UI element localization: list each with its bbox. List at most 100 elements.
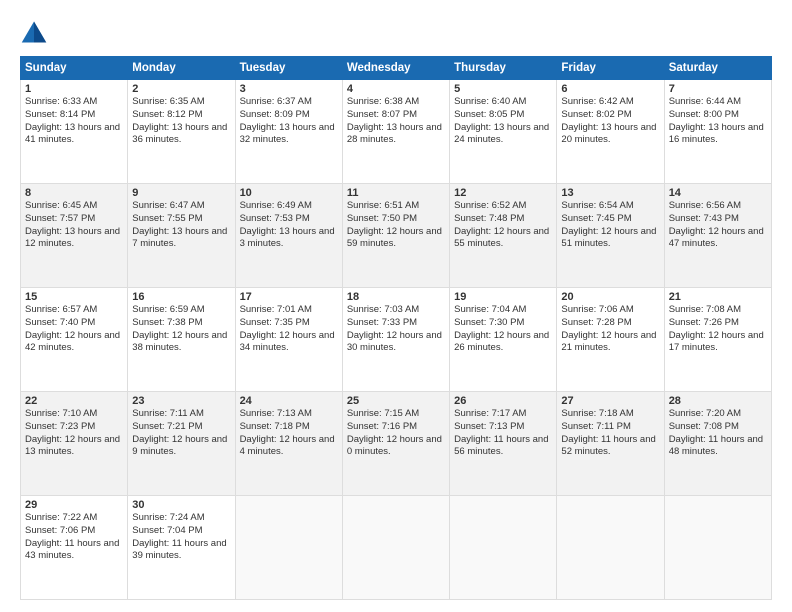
- calendar-cell: [557, 496, 664, 600]
- sunset-label: Sunset: 7:45 PM: [561, 213, 631, 224]
- day-number: 1: [25, 83, 123, 95]
- col-header-thursday: Thursday: [450, 57, 557, 80]
- calendar-cell: 25Sunrise: 7:15 AMSunset: 7:16 PMDayligh…: [342, 392, 449, 496]
- logo: [20, 18, 52, 46]
- sunset-label: Sunset: 7:13 PM: [454, 421, 524, 432]
- day-info: Sunrise: 7:04 AMSunset: 7:30 PMDaylight:…: [454, 304, 552, 355]
- sunrise-label: Sunrise: 7:24 AM: [132, 512, 204, 523]
- calendar-table: SundayMondayTuesdayWednesdayThursdayFrid…: [20, 56, 772, 600]
- sunrise-label: Sunrise: 6:52 AM: [454, 200, 526, 211]
- day-info: Sunrise: 7:13 AMSunset: 7:18 PMDaylight:…: [240, 408, 338, 459]
- daylight-label: Daylight: 12 hours and 9 minutes.: [132, 434, 227, 458]
- day-info: Sunrise: 6:42 AMSunset: 8:02 PMDaylight:…: [561, 96, 659, 147]
- day-number: 26: [454, 395, 552, 407]
- sunrise-label: Sunrise: 7:11 AM: [132, 408, 204, 419]
- calendar-cell: 2Sunrise: 6:35 AMSunset: 8:12 PMDaylight…: [128, 80, 235, 184]
- header: [20, 18, 772, 46]
- sunset-label: Sunset: 7:53 PM: [240, 213, 310, 224]
- day-number: 29: [25, 499, 123, 511]
- daylight-label: Daylight: 12 hours and 0 minutes.: [347, 434, 442, 458]
- calendar-cell: 6Sunrise: 6:42 AMSunset: 8:02 PMDaylight…: [557, 80, 664, 184]
- day-number: 8: [25, 187, 123, 199]
- daylight-label: Daylight: 13 hours and 28 minutes.: [347, 122, 442, 146]
- daylight-label: Daylight: 11 hours and 52 minutes.: [561, 434, 655, 458]
- sunrise-label: Sunrise: 6:49 AM: [240, 200, 312, 211]
- calendar-week-5: 29Sunrise: 7:22 AMSunset: 7:06 PMDayligh…: [21, 496, 772, 600]
- daylight-label: Daylight: 13 hours and 12 minutes.: [25, 226, 120, 250]
- calendar-cell: 9Sunrise: 6:47 AMSunset: 7:55 PMDaylight…: [128, 184, 235, 288]
- sunrise-label: Sunrise: 6:57 AM: [25, 304, 97, 315]
- day-number: 27: [561, 395, 659, 407]
- calendar-cell: [342, 496, 449, 600]
- calendar-cell: 12Sunrise: 6:52 AMSunset: 7:48 PMDayligh…: [450, 184, 557, 288]
- sunrise-label: Sunrise: 6:35 AM: [132, 96, 204, 107]
- day-info: Sunrise: 6:54 AMSunset: 7:45 PMDaylight:…: [561, 200, 659, 251]
- day-number: 15: [25, 291, 123, 303]
- calendar-cell: 19Sunrise: 7:04 AMSunset: 7:30 PMDayligh…: [450, 288, 557, 392]
- day-info: Sunrise: 7:20 AMSunset: 7:08 PMDaylight:…: [669, 408, 767, 459]
- calendar-cell: 24Sunrise: 7:13 AMSunset: 7:18 PMDayligh…: [235, 392, 342, 496]
- day-number: 7: [669, 83, 767, 95]
- calendar-cell: 11Sunrise: 6:51 AMSunset: 7:50 PMDayligh…: [342, 184, 449, 288]
- sunset-label: Sunset: 7:18 PM: [240, 421, 310, 432]
- day-info: Sunrise: 7:03 AMSunset: 7:33 PMDaylight:…: [347, 304, 445, 355]
- calendar-cell: 20Sunrise: 7:06 AMSunset: 7:28 PMDayligh…: [557, 288, 664, 392]
- day-info: Sunrise: 6:51 AMSunset: 7:50 PMDaylight:…: [347, 200, 445, 251]
- day-info: Sunrise: 7:15 AMSunset: 7:16 PMDaylight:…: [347, 408, 445, 459]
- calendar-cell: 7Sunrise: 6:44 AMSunset: 8:00 PMDaylight…: [664, 80, 771, 184]
- daylight-label: Daylight: 11 hours and 39 minutes.: [132, 538, 226, 562]
- sunrise-label: Sunrise: 6:54 AM: [561, 200, 633, 211]
- day-info: Sunrise: 7:10 AMSunset: 7:23 PMDaylight:…: [25, 408, 123, 459]
- sunrise-label: Sunrise: 6:37 AM: [240, 96, 312, 107]
- day-number: 12: [454, 187, 552, 199]
- sunset-label: Sunset: 7:16 PM: [347, 421, 417, 432]
- daylight-label: Daylight: 13 hours and 36 minutes.: [132, 122, 227, 146]
- sunrise-label: Sunrise: 7:18 AM: [561, 408, 633, 419]
- sunrise-label: Sunrise: 6:38 AM: [347, 96, 419, 107]
- sunset-label: Sunset: 7:33 PM: [347, 317, 417, 328]
- calendar-cell: [450, 496, 557, 600]
- sunrise-label: Sunrise: 6:51 AM: [347, 200, 419, 211]
- sunrise-label: Sunrise: 7:03 AM: [347, 304, 419, 315]
- daylight-label: Daylight: 12 hours and 17 minutes.: [669, 330, 764, 354]
- sunrise-label: Sunrise: 6:45 AM: [25, 200, 97, 211]
- sunrise-label: Sunrise: 6:40 AM: [454, 96, 526, 107]
- day-info: Sunrise: 7:06 AMSunset: 7:28 PMDaylight:…: [561, 304, 659, 355]
- day-number: 18: [347, 291, 445, 303]
- logo-icon: [20, 18, 48, 46]
- day-info: Sunrise: 6:45 AM Sunset: 7:57 PM Daylight:…: [25, 200, 123, 251]
- day-info: Sunrise: 6:33 AMSunset: 8:14 PMDaylight:…: [25, 96, 123, 147]
- calendar-week-2: 8Sunrise: 6:45 AM Sunset: 7:57 PM Daylight…: [21, 184, 772, 288]
- day-number: 17: [240, 291, 338, 303]
- sunset-label: Sunset: 7:57 PM: [25, 213, 95, 224]
- sunrise-label: Sunrise: 7:10 AM: [25, 408, 97, 419]
- daylight-label: Daylight: 12 hours and 47 minutes.: [669, 226, 764, 250]
- calendar-cell: 26Sunrise: 7:17 AMSunset: 7:13 PMDayligh…: [450, 392, 557, 496]
- sunset-label: Sunset: 7:48 PM: [454, 213, 524, 224]
- sunset-label: Sunset: 7:30 PM: [454, 317, 524, 328]
- sunset-label: Sunset: 8:02 PM: [561, 109, 631, 120]
- calendar-header-row: SundayMondayTuesdayWednesdayThursdayFrid…: [21, 57, 772, 80]
- calendar-cell: 10Sunrise: 6:49 AMSunset: 7:53 PMDayligh…: [235, 184, 342, 288]
- daylight-label: Daylight: 12 hours and 38 minutes.: [132, 330, 227, 354]
- sunset-label: Sunset: 7:11 PM: [561, 421, 631, 432]
- calendar-cell: 28Sunrise: 7:20 AMSunset: 7:08 PMDayligh…: [664, 392, 771, 496]
- day-number: 6: [561, 83, 659, 95]
- calendar-cell: 17Sunrise: 7:01 AMSunset: 7:35 PMDayligh…: [235, 288, 342, 392]
- daylight-label: Daylight: 12 hours and 42 minutes.: [25, 330, 120, 354]
- day-number: 30: [132, 499, 230, 511]
- day-info: Sunrise: 6:59 AMSunset: 7:38 PMDaylight:…: [132, 304, 230, 355]
- sunset-label: Sunset: 8:09 PM: [240, 109, 310, 120]
- day-number: 3: [240, 83, 338, 95]
- sunset-label: Sunset: 7:06 PM: [25, 525, 95, 536]
- col-header-sunday: Sunday: [21, 57, 128, 80]
- sunset-label: Sunset: 7:43 PM: [669, 213, 739, 224]
- day-number: 28: [669, 395, 767, 407]
- sunset-label: Sunset: 8:12 PM: [132, 109, 202, 120]
- col-header-friday: Friday: [557, 57, 664, 80]
- calendar-week-4: 22Sunrise: 7:10 AMSunset: 7:23 PMDayligh…: [21, 392, 772, 496]
- day-info: Sunrise: 6:38 AMSunset: 8:07 PMDaylight:…: [347, 96, 445, 147]
- sunset-label: Sunset: 8:05 PM: [454, 109, 524, 120]
- day-number: 19: [454, 291, 552, 303]
- calendar-cell: 23Sunrise: 7:11 AMSunset: 7:21 PMDayligh…: [128, 392, 235, 496]
